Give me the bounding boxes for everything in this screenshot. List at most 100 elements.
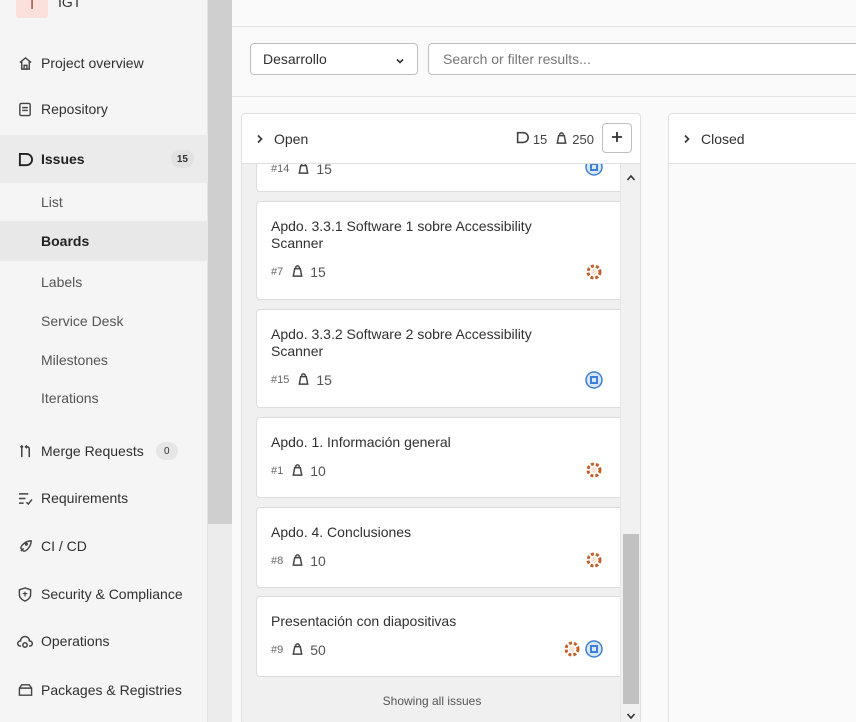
issue-card[interactable]: Apdo. 3.3.2 Software 2 sobre Accessibili…: [256, 309, 622, 408]
sidebar-scrollbar[interactable]: [208, 0, 232, 722]
issue-number: #8: [271, 555, 284, 567]
project-name: IGT: [58, 0, 82, 10]
issue-card[interactable]: #14 15: [256, 164, 622, 192]
project-avatar: I: [16, 0, 48, 18]
issue-card[interactable]: Presentación con diapositivas #9 50: [256, 596, 622, 677]
top-strip: [232, 0, 856, 27]
issue-card-list: #14 15 Apdo. 3.3.1 Software 1 sobre Acce…: [242, 164, 622, 722]
issues-icon: [516, 131, 529, 147]
search-input[interactable]: Search or filter results...: [428, 43, 856, 75]
issue-meta: #15 15: [271, 372, 332, 388]
board-list-open: Open 15 250 #14 15 Apdo. 3.3.1 Software …: [241, 113, 641, 722]
sidebar-item-label: Repository: [41, 101, 108, 117]
list-header-open[interactable]: Open 15 250: [242, 114, 640, 164]
issue-number: #15: [271, 374, 290, 386]
issue-title[interactable]: Apdo. 4. Conclusiones: [271, 524, 571, 541]
sidebar-item-label: Merge Requests: [41, 443, 144, 459]
issue-title[interactable]: Apdo. 3.3.1 Software 1 sobre Accessibili…: [271, 218, 571, 252]
weight-icon: [291, 553, 304, 569]
sidebar-subitem-iterations[interactable]: Iterations: [0, 378, 208, 418]
home-icon: [17, 55, 33, 71]
weight-icon: [297, 164, 310, 177]
sidebar-item-label: Operations: [41, 633, 110, 649]
sidebar-subitem-list[interactable]: List: [0, 182, 208, 222]
sidebar-item-project-overview[interactable]: Project overview: [0, 43, 208, 83]
issue-title[interactable]: Apdo. 3.3.2 Software 2 sobre Accessibili…: [271, 326, 571, 360]
sidebar-subitem-service-desk[interactable]: Service Desk: [0, 301, 208, 341]
issue-card[interactable]: Apdo. 4. Conclusiones #8 10: [256, 507, 622, 588]
sidebar-subitem-labels[interactable]: Labels: [0, 262, 208, 302]
issue-card[interactable]: Apdo. 3.3.1 Software 1 sobre Accessibili…: [256, 201, 622, 300]
assignee-avatar-orange-icon[interactable]: [584, 262, 604, 285]
list-counts-open: 15 250: [516, 131, 594, 147]
sidebar-item-issues[interactable]: Issues 15: [0, 135, 208, 183]
scroll-down-icon[interactable]: [621, 706, 640, 722]
sidebar-item-merge-requests[interactable]: Merge Requests 0: [0, 431, 208, 471]
sidebar-subitem-boards[interactable]: Boards: [0, 221, 208, 261]
sidebar-item-repository[interactable]: Repository: [0, 89, 208, 129]
shield-icon: [17, 586, 33, 602]
rocket-icon: [17, 538, 33, 554]
scroll-up-icon[interactable]: [621, 164, 640, 192]
issue-meta: #14 15: [271, 164, 332, 177]
issue-weight: 15: [310, 264, 326, 280]
board-list-closed: Closed: [668, 113, 856, 722]
sidebar-item-operations[interactable]: Operations: [0, 621, 208, 661]
sidebar-item-security-compliance[interactable]: Security & Compliance: [0, 574, 208, 614]
assignee-avatars: [584, 370, 604, 393]
board-switcher-value: Desarrollo: [263, 51, 327, 67]
showing-all-issues-text: Showing all issues: [382, 694, 482, 708]
issue-weight: 50: [310, 642, 326, 658]
requirements-icon: [17, 490, 33, 506]
list-scrollbar[interactable]: [620, 164, 640, 722]
sidebar-item-label: Issues: [41, 151, 85, 167]
sidebar-item-label: Security & Compliance: [41, 586, 183, 602]
weight-icon: [291, 264, 304, 280]
assignee-avatar-orange-icon[interactable]: [562, 639, 582, 662]
sidebar-item-label: Project overview: [41, 55, 144, 71]
cloud-gear-icon: [17, 633, 33, 649]
issue-meta: #7 15: [271, 264, 326, 280]
issue-meta: #8 10: [271, 553, 326, 569]
issue-weight: 15: [316, 372, 332, 388]
assignee-avatar-orange-icon[interactable]: [584, 460, 604, 483]
list-scrollbar-thumb[interactable]: [623, 534, 639, 704]
sidebar-item-ci-cd[interactable]: CI / CD: [0, 526, 208, 566]
assignee-avatar-blue-icon[interactable]: [584, 164, 604, 180]
issue-weight: 15: [316, 164, 332, 177]
issue-card[interactable]: Apdo. 1. Información general #1 10: [256, 417, 622, 498]
list-title-open: Open: [274, 130, 309, 147]
chevron-down-icon: [395, 53, 405, 69]
issue-title[interactable]: Presentación con diapositivas: [271, 613, 571, 630]
list-header-closed[interactable]: Closed: [669, 114, 856, 164]
sidebar-scrollbar-thumb[interactable]: [208, 0, 232, 524]
weight-icon: [291, 642, 304, 658]
project-header[interactable]: I IGT: [0, 0, 208, 28]
assignee-avatars: [584, 262, 604, 285]
filter-bar: Desarrollo Search or filter results...: [232, 27, 856, 97]
assignee-avatar-orange-icon[interactable]: [584, 550, 604, 573]
assignee-avatars: [584, 164, 604, 180]
merge-requests-count-badge: 0: [155, 442, 178, 460]
assignee-avatars: [584, 460, 604, 483]
issue-title[interactable]: Apdo. 1. Información general: [271, 434, 571, 451]
sidebar-subitem-milestones[interactable]: Milestones: [0, 340, 208, 380]
search-placeholder: Search or filter results...: [443, 51, 591, 67]
sidebar-item-requirements[interactable]: Requirements: [0, 478, 208, 518]
new-issue-button[interactable]: [602, 123, 632, 153]
document-icon: [17, 101, 33, 117]
issue-number: #14: [271, 164, 290, 175]
chevron-right-icon[interactable]: [256, 134, 264, 144]
board-switcher-dropdown[interactable]: Desarrollo: [250, 43, 418, 75]
assignee-avatars: [562, 639, 604, 662]
assignee-avatar-blue-icon[interactable]: [584, 370, 604, 393]
sidebar-item-packages-registries[interactable]: Packages & Registries: [0, 670, 208, 710]
sidebar: I IGT Project overview Repository Issues…: [0, 0, 208, 722]
issue-meta: #9 50: [271, 642, 326, 658]
assignee-avatar-blue-icon[interactable]: [584, 639, 604, 662]
merge-request-icon: [17, 443, 33, 459]
chevron-right-icon[interactable]: [683, 134, 691, 144]
issue-weight: 10: [310, 463, 326, 479]
issues-icon: [17, 151, 33, 167]
sidebar-item-label: Packages & Registries: [41, 682, 182, 698]
